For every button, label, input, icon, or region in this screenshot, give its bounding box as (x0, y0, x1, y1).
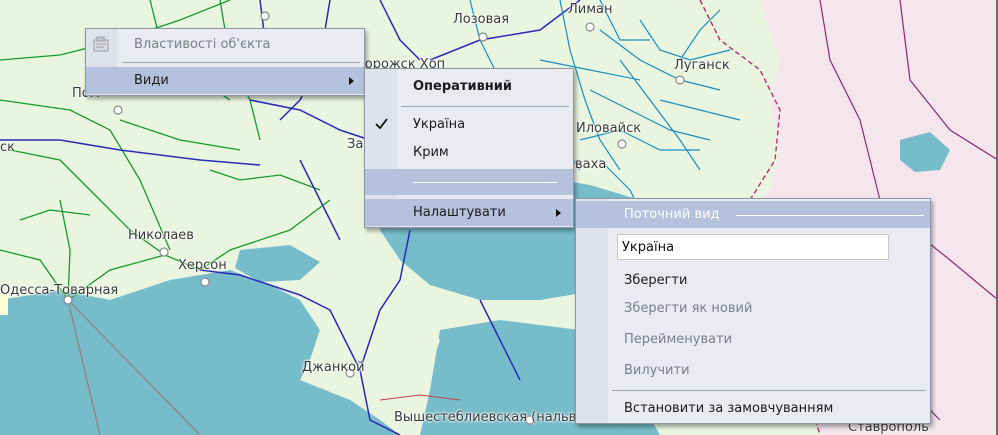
menu-item-rename-label: Перейменувати (624, 332, 733, 347)
menu-item-properties-label: Властивості об'єкта (134, 37, 271, 52)
city-label-sk: ск (0, 140, 15, 155)
city-label-nikolaev: Николаев (128, 228, 194, 243)
menu-item-crimea[interactable]: Крим (365, 139, 573, 166)
map-view[interactable]: Лозовая Лиман Луганск Иловайск Запорожск… (0, 0, 998, 435)
menu-item-set-default[interactable]: Встановити за замовчуванням (576, 395, 930, 422)
menu-item-save[interactable]: Зберегти (576, 267, 930, 294)
city-label-odessa: Одесса-Товарная (0, 283, 119, 298)
menu-item-settings[interactable]: Налаштувати (365, 199, 573, 226)
menu-item-operative[interactable]: Оперативний (365, 73, 573, 100)
settings-submenu: Поточний вид Зберегти Зберегти як новий … (575, 198, 931, 424)
city-label-liman: Лиман (568, 2, 613, 17)
menu-item-delete[interactable]: Вилучити (576, 357, 930, 384)
context-menu: Властивості об'єкта Види (85, 28, 365, 96)
menu-item-settings-label: Налаштувати (413, 205, 506, 220)
menu-separator (612, 390, 926, 391)
menu-item-ukraine-label: Україна (413, 117, 466, 132)
views-submenu: Оперативний Україна Крим Налаштувати (364, 68, 574, 228)
menu-item-save-label: Зберегти (624, 273, 688, 288)
menu-item-set-default-label: Встановити за замовчуванням (624, 401, 834, 416)
city-label-herson: Херсон (178, 258, 227, 273)
header-line (736, 215, 924, 216)
menu-item-operative-label: Оперативний (413, 79, 512, 94)
city-label-ilovaysk: Иловайск (576, 121, 642, 136)
view-name-input[interactable] (617, 234, 889, 260)
menu-item-views-label: Види (134, 73, 169, 88)
empty-highlight-row (365, 169, 573, 195)
submenu-arrow-icon (349, 77, 354, 85)
menu-separator (401, 106, 569, 107)
submenu-arrow-icon (556, 209, 561, 217)
menu-separator (413, 182, 557, 183)
menu-item-rename[interactable]: Перейменувати (576, 326, 930, 353)
current-view-header: Поточний вид (576, 201, 930, 228)
menu-item-save-as-new-label: Зберегти як новий (624, 301, 753, 316)
checkmark-icon (375, 118, 388, 130)
properties-icon (93, 36, 109, 52)
city-label-za: За (347, 137, 364, 152)
menu-item-properties[interactable]: Властивості об'єкта (86, 31, 364, 58)
city-label-lozovaya: Лозовая (453, 12, 510, 27)
menu-item-save-as-new[interactable]: Зберегти як новий (576, 295, 930, 322)
menu-item-ukraine[interactable]: Україна (365, 111, 573, 138)
city-label-vaha: ваха (575, 157, 607, 172)
menu-item-crimea-label: Крим (413, 145, 449, 160)
menu-item-views[interactable]: Види (86, 67, 364, 94)
menu-separator (122, 62, 360, 63)
city-label-dzhankoy: Джанкой (302, 360, 365, 375)
current-view-header-label: Поточний вид (624, 207, 720, 222)
city-label-lugansk: Луганск (674, 58, 730, 73)
menu-item-delete-label: Вилучити (624, 363, 690, 378)
